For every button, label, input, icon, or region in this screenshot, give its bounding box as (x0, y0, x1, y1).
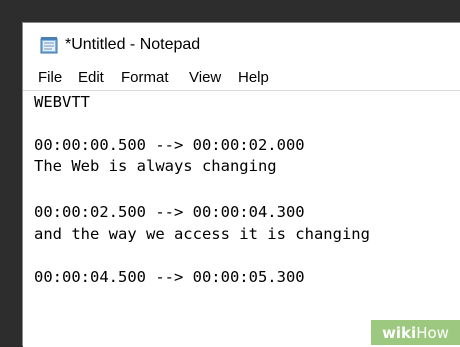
wikihow-watermark: wiki How (371, 320, 460, 345)
editor-line: 00:00:00.500 --> 00:00:02.000 (34, 136, 305, 154)
window-title: *Untitled - Notepad (65, 36, 201, 53)
notepad-icon (40, 37, 58, 54)
watermark-wiki: wiki (382, 323, 417, 342)
editor-line: WEBVTT (34, 93, 90, 111)
editor-line: 00:00:02.500 --> 00:00:04.300 (34, 203, 305, 221)
desktop-background-top (0, 0, 460, 22)
menu-file[interactable]: File (38, 69, 62, 86)
editor-line: 00:00:04.500 --> 00:00:05.300 (34, 268, 305, 286)
text-editor[interactable]: WEBVTT 00:00:00.500 --> 00:00:02.000 The… (23, 90, 460, 347)
desktop-background-left (0, 0, 22, 345)
watermark-how: How (416, 323, 449, 342)
menu-edit[interactable]: Edit (78, 69, 104, 86)
menu-help[interactable]: Help (238, 69, 269, 86)
title-bar[interactable]: *Untitled - Notepad (23, 23, 460, 65)
menu-view[interactable]: View (189, 69, 221, 86)
editor-line: and the way we access it is changing (34, 225, 370, 243)
menu-format[interactable]: Format (121, 69, 169, 86)
notepad-window: *Untitled - Notepad File Edit Format Vie… (22, 22, 460, 347)
menu-bar: File Edit Format View Help (23, 66, 460, 90)
editor-line: The Web is always changing (34, 157, 277, 175)
